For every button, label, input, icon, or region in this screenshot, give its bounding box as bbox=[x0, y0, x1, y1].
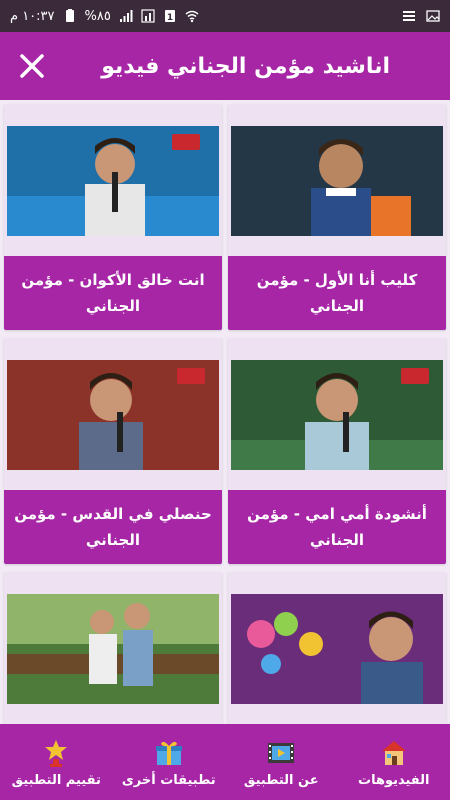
video-thumbnail[interactable] bbox=[7, 126, 219, 236]
video-card[interactable]: حنصلي في القدس - مؤمن الجناني bbox=[4, 338, 222, 564]
video-card[interactable] bbox=[228, 572, 446, 724]
wifi-icon bbox=[185, 9, 199, 23]
trophy-icon bbox=[45, 739, 68, 767]
status-time: ١٠:٣٧ م bbox=[10, 8, 55, 24]
video-thumbnail[interactable] bbox=[7, 360, 219, 470]
nav-label: الفيديوهات bbox=[358, 772, 430, 788]
nav-videos[interactable]: الفيديوهات bbox=[344, 737, 444, 788]
image-icon bbox=[426, 9, 440, 23]
video-card[interactable]: كليب أنا الأول - مؤمن الجناني bbox=[228, 104, 446, 330]
house-icon bbox=[381, 740, 406, 765]
signal-icon bbox=[119, 9, 133, 23]
app-bar: اناشيد مؤمن الجناني فيديو bbox=[0, 32, 450, 100]
signal-2-icon bbox=[141, 9, 155, 23]
close-icon bbox=[20, 54, 44, 78]
nav-rate-app[interactable]: تقييم التطبيق bbox=[6, 737, 106, 788]
video-thumbnail[interactable] bbox=[231, 126, 443, 236]
sim-count: 1 bbox=[167, 13, 173, 23]
video-title[interactable]: انت خالق الأكوان - مؤمن الجناني bbox=[4, 256, 222, 330]
video-card[interactable]: انت خالق الأكوان - مؤمن الجناني bbox=[4, 104, 222, 330]
nav-about[interactable]: عن التطبيق bbox=[231, 737, 331, 788]
video-thumbnail[interactable] bbox=[7, 594, 219, 704]
bottom-nav: الفيديوهات عن التطبيق تطبيقات أخرى تقييم… bbox=[0, 724, 450, 800]
status-left: ١٠:٣٧ م %٨٥ 1 bbox=[10, 9, 199, 24]
video-thumbnail[interactable] bbox=[231, 360, 443, 470]
status-right bbox=[402, 9, 440, 23]
video-title[interactable]: كليب أنا الأول - مؤمن الجناني bbox=[228, 256, 446, 330]
video-grid: كليب أنا الأول - مؤمن الجناني انت خالق ا… bbox=[0, 100, 450, 724]
battery-icon bbox=[63, 9, 77, 23]
sim-icon: 1 bbox=[163, 9, 177, 23]
nav-label: تقييم التطبيق bbox=[11, 772, 101, 788]
gift-icon bbox=[155, 741, 182, 765]
list-icon bbox=[402, 9, 416, 23]
video-card[interactable]: أنشودة أمي امي - مؤمن الجناني bbox=[228, 338, 446, 564]
page-title: اناشيد مؤمن الجناني فيديو bbox=[101, 53, 390, 79]
video-thumbnail[interactable] bbox=[231, 594, 443, 704]
nav-label: تطبيقات أخرى bbox=[121, 772, 216, 788]
film-icon bbox=[268, 742, 295, 763]
video-title[interactable]: أنشودة أمي امي - مؤمن الجناني bbox=[228, 490, 446, 564]
nav-more-apps[interactable]: تطبيقات أخرى bbox=[119, 737, 219, 788]
video-title[interactable]: حنصلي في القدس - مؤمن الجناني bbox=[4, 490, 222, 564]
status-bar: ١٠:٣٧ م %٨٥ 1 bbox=[0, 0, 450, 32]
close-button[interactable] bbox=[14, 48, 50, 84]
nav-label: عن التطبيق bbox=[243, 772, 319, 788]
battery-percent: %٨٥ bbox=[84, 8, 111, 24]
video-card[interactable] bbox=[4, 572, 222, 724]
